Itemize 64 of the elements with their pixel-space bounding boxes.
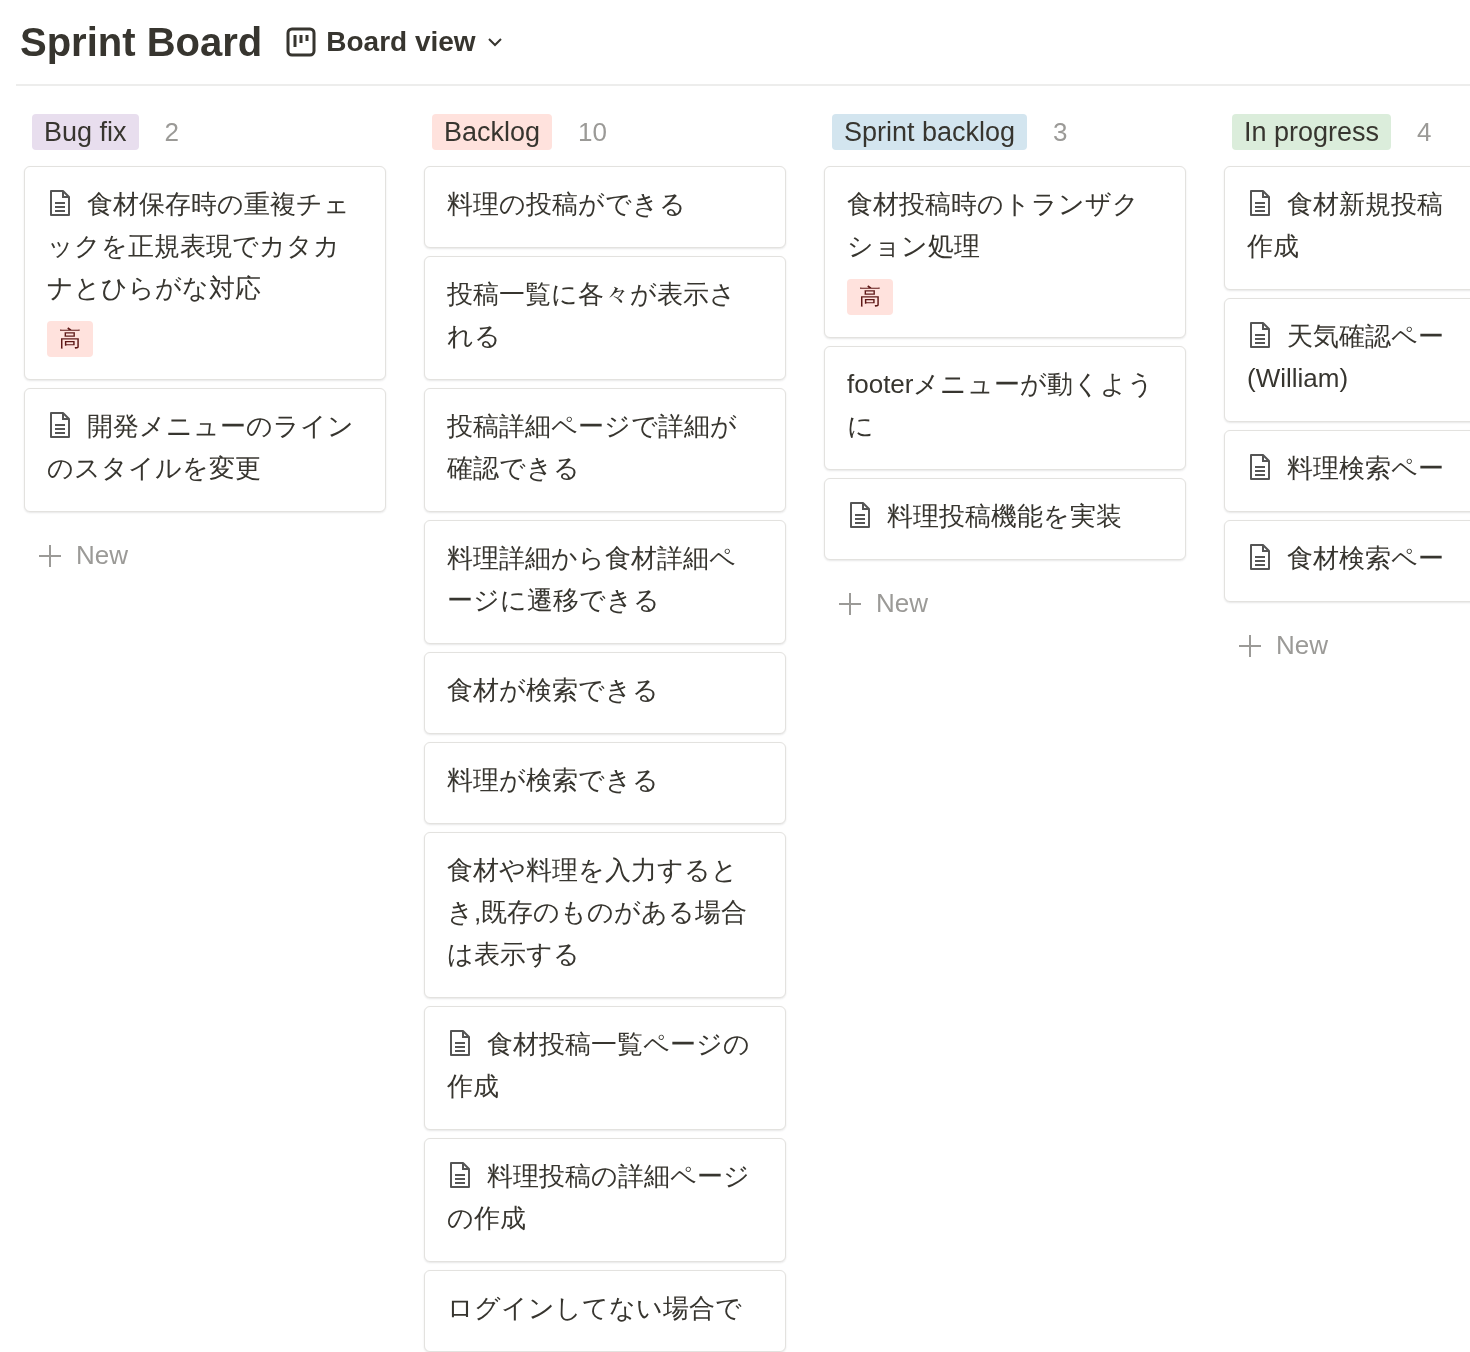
card-title: 投稿詳細ページで詳細が確認できる <box>447 410 738 485</box>
card-title: 料理の投稿ができる <box>447 188 686 221</box>
card-title: 食材検索ペー <box>1247 537 1453 579</box>
chevron-down-icon <box>485 36 504 48</box>
board-card[interactable]: 食材新規投稿作成 <box>1224 166 1470 290</box>
board-card[interactable]: 料理が検索できる <box>424 742 786 824</box>
document-icon <box>447 1161 473 1189</box>
board-card[interactable]: 食材投稿時のトランザクション処理 高 <box>824 166 1186 338</box>
column-tag: Backlog <box>432 114 553 150</box>
card-title: 料理検索ペー <box>1247 447 1453 489</box>
board-card[interactable]: 開発メニューのラインのスタイルを変更 <box>24 388 386 512</box>
plus-icon <box>838 591 862 616</box>
document-icon <box>47 411 73 439</box>
view-selector[interactable]: Board view <box>286 21 504 63</box>
card-count: 3 <box>1053 115 1068 149</box>
card-title: 食材保存時の重複チェックを正規表現でカタカナとひらがな対応 <box>47 188 351 305</box>
board-icon <box>286 27 317 57</box>
board-card[interactable]: 投稿詳細ページで詳細が確認できる <box>424 388 786 512</box>
card-title: 食材投稿一覧ページの作成 <box>447 1028 751 1103</box>
document-icon <box>47 189 73 217</box>
document-icon <box>847 501 873 529</box>
card-title: 食材投稿時のトランザクション処理 <box>847 188 1140 263</box>
document-icon <box>1247 543 1273 571</box>
card-title: 料理投稿の詳細ページの作成 <box>447 1160 751 1235</box>
board-card[interactable]: ログインしてない場合で <box>424 1270 786 1352</box>
card-title: 投稿一覧に各々が表示される <box>447 278 737 353</box>
card-count: 2 <box>164 115 179 149</box>
board-card[interactable]: footerメニューが動くように <box>824 346 1186 470</box>
card-title: 料理投稿機能を実装 <box>847 495 1122 537</box>
plus-icon <box>38 543 62 568</box>
column-tag: Bug fix <box>32 114 139 150</box>
card-title: footerメニューが動くように <box>847 368 1155 443</box>
board-card[interactable]: 料理の投稿ができる <box>424 166 786 248</box>
card-count: 4 <box>1417 115 1432 149</box>
board-card[interactable]: 投稿一覧に各々が表示される <box>424 256 786 380</box>
column-tag: In progress <box>1232 114 1392 150</box>
card-title: 食材が検索できる <box>447 674 659 707</box>
card-title: ログインしてない場合で <box>447 1292 742 1325</box>
card-title: 食材新規投稿作成 <box>1247 188 1444 263</box>
document-icon <box>1247 453 1273 481</box>
board-card[interactable]: 食材保存時の重複チェックを正規表現でカタカナとひらがな対応 高 <box>24 166 386 380</box>
page-title: Sprint Board <box>20 19 263 66</box>
card-count: 10 <box>578 115 607 149</box>
board-card[interactable]: 食材検索ペー <box>1224 520 1470 602</box>
plus-icon <box>1238 633 1262 658</box>
document-icon <box>447 1029 473 1057</box>
card-title: 食材や料理を入力するとき,既存のものがある場合は表示する <box>447 854 749 971</box>
board-card[interactable]: 料理投稿の詳細ページの作成 <box>424 1138 786 1262</box>
board-card[interactable]: 料理投稿機能を実装 <box>824 478 1186 560</box>
board-card[interactable]: 食材投稿一覧ページの作成 <box>424 1006 786 1130</box>
document-icon <box>1247 189 1273 217</box>
board-card[interactable]: 料理詳細から食材詳細ページに遷移できる <box>424 520 786 644</box>
card-title: 料理が検索できる <box>447 764 659 797</box>
board-card[interactable]: 食材が検索できる <box>424 652 786 734</box>
board-card[interactable]: 料理検索ペー <box>1224 430 1470 512</box>
column-tag: Sprint backlog <box>832 114 1028 150</box>
board-card[interactable]: 天気確認ペー(William) <box>1224 298 1470 422</box>
board-card[interactable]: 食材や料理を入力するとき,既存のものがある場合は表示する <box>424 832 786 998</box>
priority-tag: 高 <box>847 279 893 315</box>
priority-tag: 高 <box>47 321 93 357</box>
card-title: 料理詳細から食材詳細ページに遷移できる <box>447 542 737 617</box>
card-title: 天気確認ペー(William) <box>1247 320 1445 395</box>
document-icon <box>1247 321 1273 349</box>
card-title: 開発メニューのラインのスタイルを変更 <box>47 410 355 485</box>
